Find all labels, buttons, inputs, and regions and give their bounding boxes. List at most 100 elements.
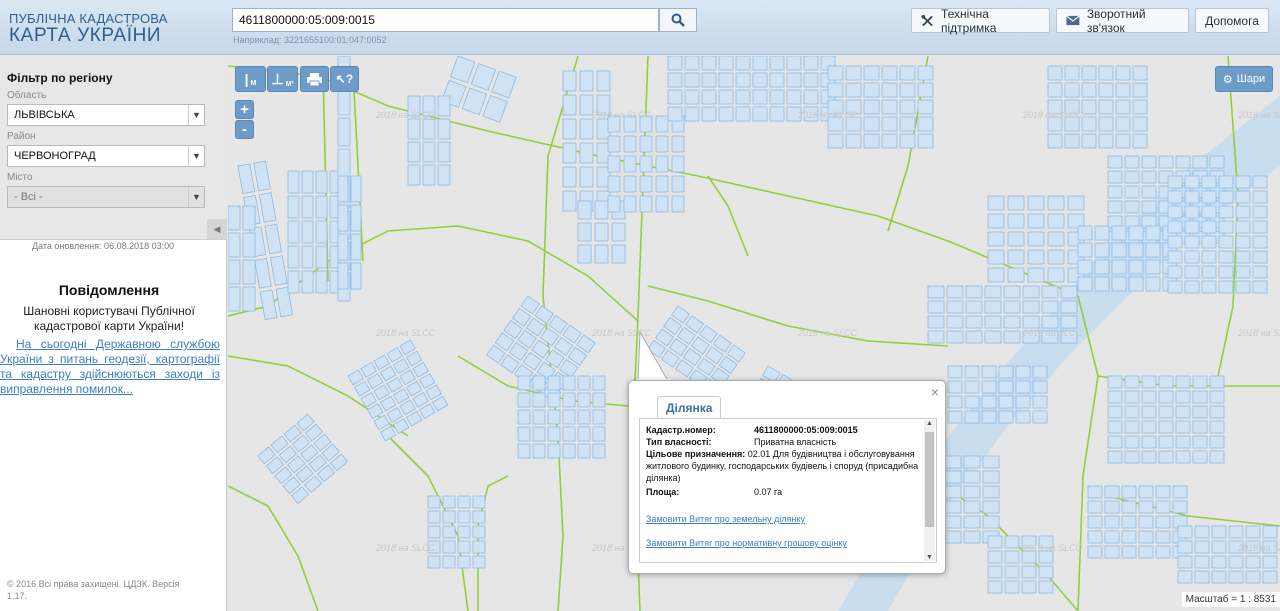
popup-scrollbar[interactable]: ▲ ▼ — [924, 420, 935, 561]
parcel[interactable] — [863, 133, 880, 149]
parcel[interactable] — [1235, 280, 1251, 294]
parcel[interactable] — [944, 500, 962, 514]
parcel[interactable] — [1004, 535, 1020, 549]
parcel[interactable] — [1175, 450, 1191, 464]
parcel[interactable] — [1177, 555, 1193, 569]
parcel[interactable] — [517, 409, 531, 425]
parcel[interactable] — [287, 270, 300, 294]
parcel[interactable] — [1115, 65, 1131, 81]
parcel[interactable] — [607, 175, 621, 193]
parcel[interactable] — [1021, 565, 1037, 579]
parcel[interactable] — [1141, 435, 1157, 449]
misto-select[interactable]: - Всі - ▼ — [7, 186, 205, 208]
parcel[interactable] — [863, 116, 880, 132]
parcel[interactable] — [1175, 405, 1191, 419]
parcel[interactable] — [1124, 435, 1140, 449]
parcel[interactable] — [1107, 200, 1123, 214]
parcel[interactable] — [1111, 225, 1127, 241]
parcel[interactable] — [1111, 259, 1127, 275]
parcel[interactable] — [577, 200, 592, 220]
parcel[interactable] — [1184, 280, 1200, 294]
parcel[interactable] — [769, 89, 785, 105]
parcel[interactable] — [786, 89, 802, 105]
parcel[interactable] — [667, 106, 683, 122]
parcel[interactable] — [701, 72, 717, 88]
parcel[interactable] — [1209, 435, 1225, 449]
parcel[interactable] — [1081, 133, 1097, 149]
parcel[interactable] — [1138, 530, 1154, 544]
parcel[interactable] — [1115, 82, 1131, 98]
parcel[interactable] — [947, 395, 963, 409]
parcel[interactable] — [1047, 213, 1065, 229]
print-button[interactable] — [300, 66, 329, 92]
parcel[interactable] — [1094, 259, 1110, 275]
scroll-down-icon[interactable]: ▼ — [924, 554, 935, 561]
parcel[interactable] — [422, 164, 436, 186]
parcel[interactable] — [607, 135, 621, 153]
parcel[interactable] — [963, 485, 981, 499]
parcel[interactable] — [1167, 220, 1183, 234]
parcel[interactable] — [1245, 555, 1261, 569]
parcel[interactable] — [596, 70, 611, 92]
parcel[interactable] — [981, 410, 997, 424]
parcel[interactable] — [1007, 267, 1025, 283]
parcel[interactable] — [803, 56, 819, 71]
parcel[interactable] — [944, 485, 962, 499]
parcel[interactable] — [803, 89, 819, 105]
parcel[interactable] — [1177, 525, 1193, 539]
parcel[interactable] — [1087, 500, 1103, 514]
parcel[interactable] — [517, 443, 531, 459]
parcel[interactable] — [407, 141, 421, 163]
parcel[interactable] — [1121, 485, 1137, 499]
parcel[interactable] — [1145, 276, 1161, 292]
parcel[interactable] — [1155, 530, 1171, 544]
parcel[interactable] — [1201, 190, 1217, 204]
parcel[interactable] — [1262, 570, 1278, 584]
parcel[interactable] — [1209, 155, 1225, 169]
parcel[interactable] — [1087, 545, 1103, 559]
parcel[interactable] — [517, 392, 531, 408]
parcel[interactable] — [964, 380, 980, 394]
parcel[interactable] — [594, 244, 609, 264]
parcel[interactable] — [350, 233, 362, 261]
parcel[interactable] — [337, 204, 349, 232]
parcel[interactable] — [1064, 133, 1080, 149]
parcel[interactable] — [1192, 435, 1208, 449]
parcel[interactable] — [592, 392, 606, 408]
parcel[interactable] — [1228, 555, 1244, 569]
parcel[interactable] — [592, 375, 606, 391]
zoom-in-button[interactable]: + — [235, 100, 254, 119]
parcel[interactable] — [1064, 82, 1080, 98]
parcel[interactable] — [863, 65, 880, 81]
parcel[interactable] — [1177, 540, 1193, 554]
parcel[interactable] — [623, 155, 637, 173]
parcel[interactable] — [1218, 280, 1234, 294]
parcel[interactable] — [1252, 220, 1268, 234]
parcel[interactable] — [422, 141, 436, 163]
parcel[interactable] — [1098, 99, 1114, 115]
feedback-button[interactable]: Зворотний зв'язок — [1056, 7, 1189, 35]
parcel[interactable] — [965, 300, 983, 314]
parcel[interactable] — [1094, 225, 1110, 241]
measure-line-button[interactable]: | М — [235, 66, 266, 92]
parcel[interactable] — [1047, 133, 1063, 149]
parcel[interactable] — [981, 395, 997, 409]
parcel[interactable] — [1184, 265, 1200, 279]
parcel[interactable] — [1087, 515, 1103, 529]
parcel[interactable] — [577, 222, 592, 242]
parcel[interactable] — [1081, 65, 1097, 81]
support-button[interactable]: Технічна підтримка — [911, 7, 1050, 35]
parcel[interactable] — [1007, 195, 1025, 211]
parcel[interactable] — [917, 99, 934, 115]
parcel[interactable] — [718, 89, 734, 105]
parcel[interactable] — [947, 365, 963, 379]
parcel[interactable] — [1128, 225, 1144, 241]
parcel[interactable] — [1032, 380, 1048, 394]
parcel[interactable] — [315, 170, 328, 194]
parcel[interactable] — [1107, 390, 1123, 404]
parcel[interactable] — [964, 410, 980, 424]
parcel[interactable] — [1128, 276, 1144, 292]
parcel[interactable] — [1218, 250, 1234, 264]
parcel[interactable] — [427, 510, 441, 524]
parcel[interactable] — [987, 565, 1003, 579]
